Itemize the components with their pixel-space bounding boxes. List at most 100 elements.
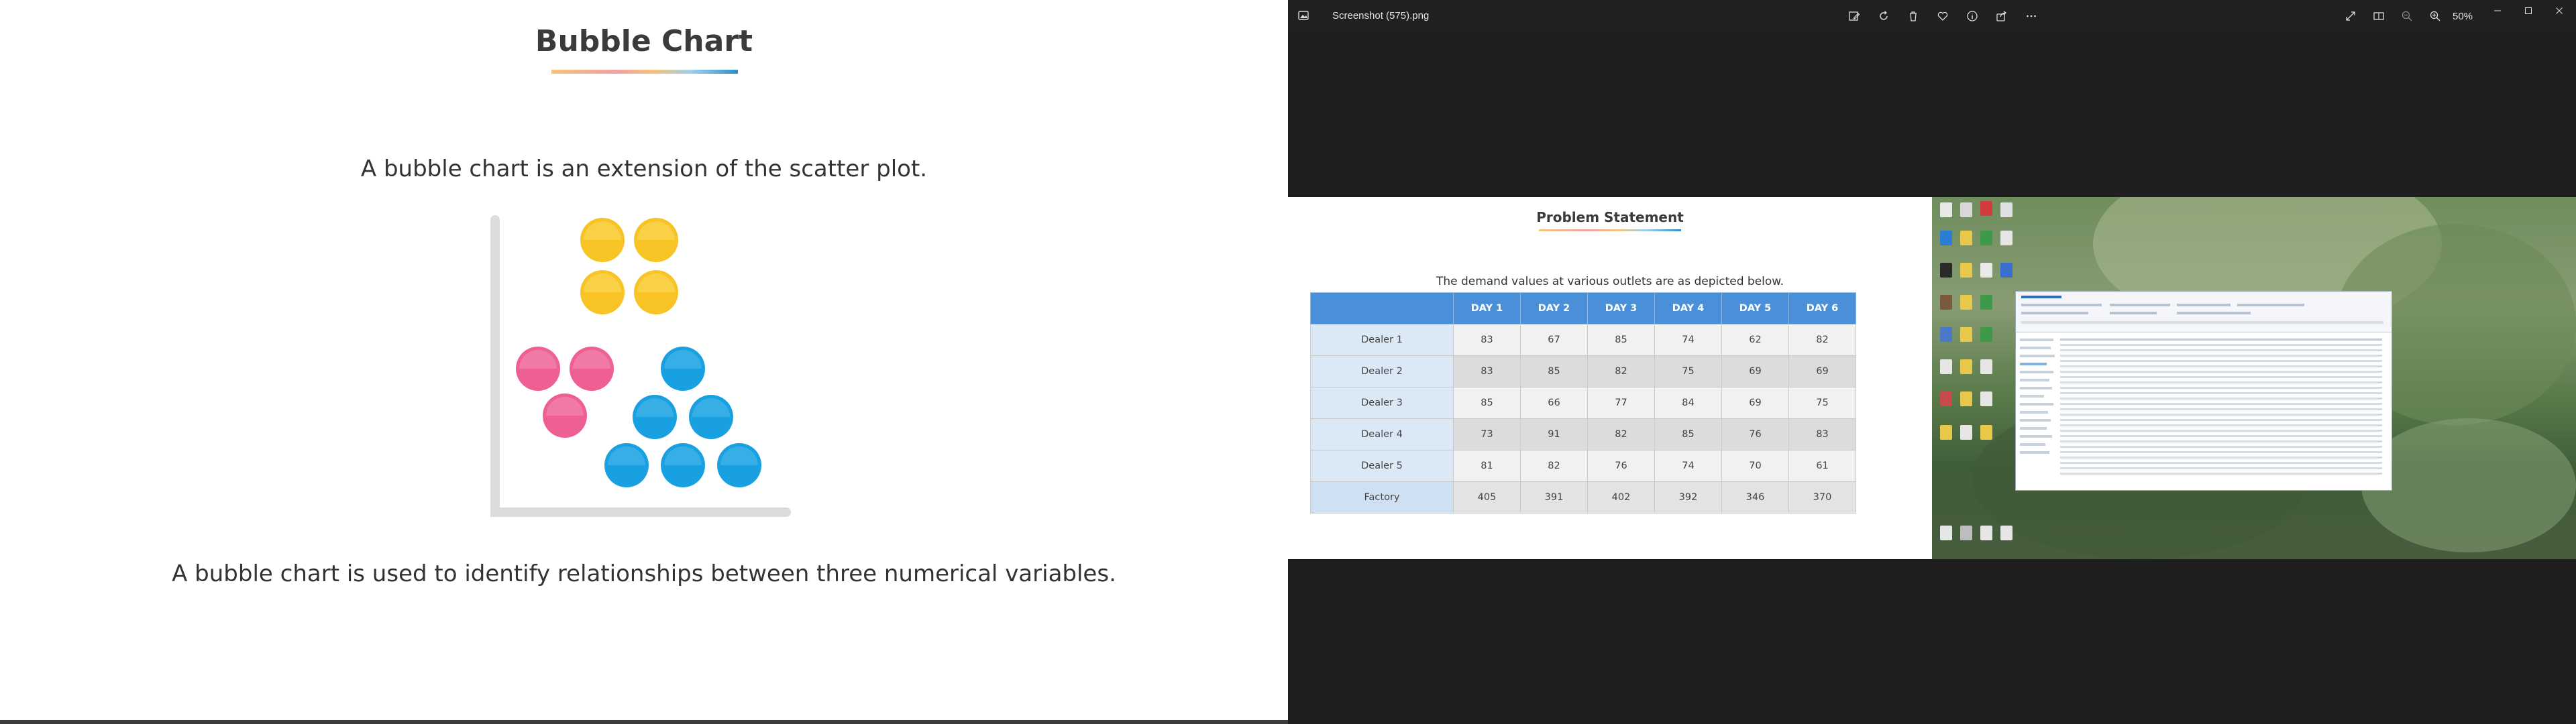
desktop-screenshot-image	[1932, 197, 2576, 559]
desktop-icon[interactable]	[1940, 231, 1952, 245]
desktop-icon[interactable]	[1940, 263, 1952, 278]
desktop-icon[interactable]	[1960, 359, 1972, 374]
table-cell: 82	[1587, 355, 1655, 387]
desktop-icon[interactable]	[2000, 202, 2012, 217]
desktop-icon[interactable]	[1960, 231, 1972, 245]
table-cell: 67	[1520, 324, 1588, 356]
table-cell: 76	[1587, 450, 1655, 482]
zoom-level[interactable]: 50%	[2453, 11, 2479, 22]
photo-canvas[interactable]: Problem Statement The demand values at v…	[1288, 197, 2576, 559]
compare-icon[interactable]	[2368, 8, 2390, 24]
table-cell: 70	[1721, 450, 1789, 482]
desktop-icon[interactable]	[1980, 231, 1992, 245]
header-cell: DAY 2	[1520, 292, 1588, 324]
desktop-icon[interactable]	[1940, 425, 1952, 440]
desktop-icon[interactable]	[1980, 201, 1992, 216]
desktop-icon[interactable]	[1960, 202, 1972, 217]
table-cell: 74	[1654, 324, 1722, 356]
table-cell: 75	[1788, 387, 1856, 419]
desktop-icon[interactable]	[1940, 359, 1952, 374]
foliage-shape	[2361, 418, 2576, 552]
intro-text: A bubble chart is an extension of the sc…	[360, 156, 928, 182]
table-cell: 69	[1721, 387, 1789, 419]
desktop-icon[interactable]	[1980, 359, 1992, 374]
table-header-row: DAY 1 DAY 2 DAY 3 DAY 4 DAY 5 DAY 6	[1310, 292, 1856, 324]
desktop-icon[interactable]	[1960, 526, 1972, 540]
table-cell: 82	[1520, 450, 1588, 482]
table-cell: 91	[1520, 418, 1588, 450]
table-row: Dealer 5 81 82 76 74 70 61	[1310, 450, 1856, 482]
bubble-chart-illustration	[490, 215, 791, 517]
yellow-bubbles	[580, 218, 678, 314]
zoom-in-icon[interactable]	[2424, 8, 2446, 24]
desktop-icon[interactable]	[2000, 526, 2012, 540]
maximize-icon[interactable]	[2513, 0, 2544, 21]
row-label: Dealer 2	[1310, 355, 1454, 387]
table-cell: 76	[1721, 418, 1789, 450]
file-explorer-window	[2015, 291, 2392, 491]
desktop-icon[interactable]	[1980, 295, 1992, 310]
rotate-icon[interactable]	[1873, 8, 1894, 24]
title-bar: Screenshot (575).png 50%	[1288, 0, 2576, 32]
zoom-out-icon[interactable]	[2396, 8, 2418, 24]
favorite-icon[interactable]	[1932, 8, 1953, 24]
desktop-icon[interactable]	[1980, 391, 1992, 406]
desktop-icon[interactable]	[1940, 327, 1952, 342]
explorer-ribbon	[2016, 292, 2392, 333]
edit-icon[interactable]	[1843, 8, 1865, 24]
desktop-icon[interactable]	[1940, 391, 1952, 406]
table-cell: 61	[1788, 450, 1856, 482]
desktop-icon[interactable]	[1940, 526, 1952, 540]
slide-title: Bubble Chart	[535, 24, 753, 58]
window-controls	[2482, 0, 2575, 21]
table-cell: 82	[1587, 418, 1655, 450]
minimize-icon[interactable]	[2482, 0, 2513, 21]
demand-table: DAY 1 DAY 2 DAY 3 DAY 4 DAY 5 DAY 6 Deal…	[1310, 292, 1856, 514]
table-cell: 66	[1520, 387, 1588, 419]
desktop-icon[interactable]	[1980, 263, 1992, 278]
fullscreen-icon[interactable]	[2340, 8, 2361, 24]
desktop-icon[interactable]	[1960, 391, 1972, 406]
table-cell: 73	[1453, 418, 1521, 450]
table-cell: 83	[1453, 355, 1521, 387]
desktop-icon[interactable]	[2000, 263, 2012, 278]
desktop-icon[interactable]	[1980, 526, 1992, 540]
desktop-icon[interactable]	[1940, 202, 1952, 217]
desktop-icon[interactable]	[1980, 327, 1992, 342]
header-cell: DAY 5	[1721, 292, 1789, 324]
table-cell: 81	[1453, 450, 1521, 482]
desktop-icon[interactable]	[1960, 425, 1972, 440]
desktop-icon[interactable]	[1960, 327, 1972, 342]
close-icon[interactable]	[2544, 0, 2575, 21]
table-cell: 84	[1654, 387, 1722, 419]
row-label: Dealer 1	[1310, 324, 1454, 356]
desktop-icon[interactable]	[2000, 231, 2012, 245]
desktop-icon[interactable]	[1940, 295, 1952, 310]
table-cell: 77	[1587, 387, 1655, 419]
desktop-icon[interactable]	[1960, 263, 1972, 278]
table-row: Dealer 2 83 85 82 75 69 69	[1310, 355, 1856, 387]
more-icon[interactable]	[2021, 8, 2042, 24]
usage-text: A bubble chart is used to identify relat…	[172, 560, 1116, 587]
table-row: Dealer 3 85 66 77 84 69 75	[1310, 387, 1856, 419]
table-cell: 85	[1453, 387, 1521, 419]
delete-icon[interactable]	[1902, 8, 1924, 24]
title-underline	[1539, 229, 1681, 231]
viewer-toolbar	[1843, 8, 2042, 24]
title-underline	[551, 70, 738, 74]
share-icon[interactable]	[1991, 8, 2012, 24]
row-label: Factory	[1310, 481, 1454, 514]
table-row-factory: Factory 405 391 402 392 346 370	[1310, 481, 1856, 514]
table-cell: 85	[1654, 418, 1722, 450]
table-cell: 83	[1453, 324, 1521, 356]
table-cell: 82	[1788, 324, 1856, 356]
desktop-icon[interactable]	[1980, 425, 1992, 440]
table-cell: 346	[1721, 481, 1789, 514]
header-cell: DAY 4	[1654, 292, 1722, 324]
table-cell: 391	[1520, 481, 1588, 514]
table-cell: 392	[1654, 481, 1722, 514]
table-cell: 74	[1654, 450, 1722, 482]
slide-pane: Bubble Chart A bubble chart is an extens…	[0, 0, 1288, 724]
info-icon[interactable]	[1962, 8, 1983, 24]
desktop-icon[interactable]	[1960, 295, 1972, 310]
